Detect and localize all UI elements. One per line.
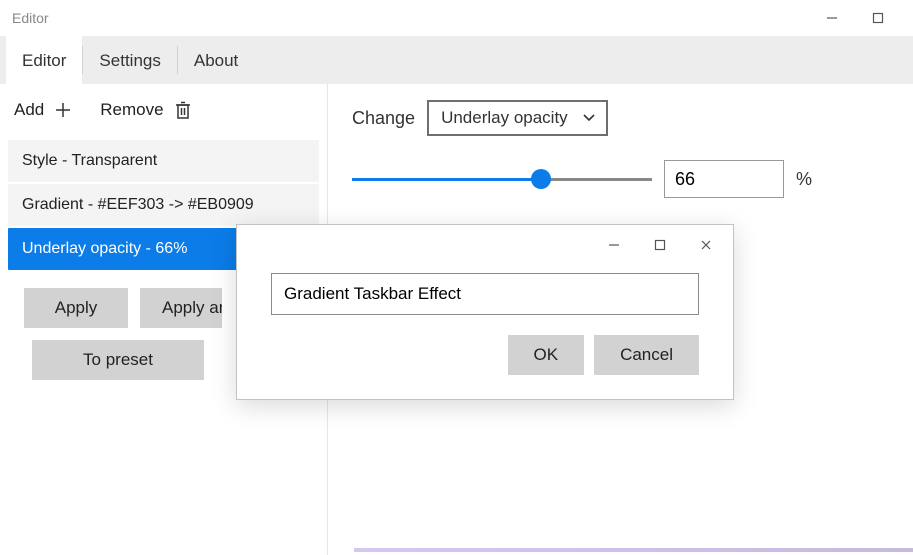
window-title: Editor: [12, 10, 49, 26]
change-row: Change Underlay opacity: [352, 100, 889, 136]
list-item[interactable]: Style - Transparent: [8, 140, 319, 182]
remove-action[interactable]: Remove: [100, 100, 191, 120]
dialog-minimize-button[interactable]: [591, 229, 637, 261]
trash-icon: [174, 100, 192, 120]
percent-label: %: [796, 169, 812, 190]
list-item-label: Gradient - #EEF303 -> #EB0909: [22, 196, 254, 213]
plus-icon: [54, 101, 72, 119]
window-titlebar: Editor: [0, 0, 913, 36]
list-item-label: Underlay opacity - 66%: [22, 240, 187, 257]
change-select[interactable]: Underlay opacity: [427, 100, 608, 136]
dialog-body: OK Cancel: [237, 265, 733, 399]
slider-row: %: [352, 160, 889, 198]
dialog-maximize-button[interactable]: [637, 229, 683, 261]
to-preset-button[interactable]: To preset: [32, 340, 204, 380]
opacity-slider[interactable]: [352, 169, 652, 189]
chevron-down-icon: [582, 108, 596, 128]
window-minimize-button[interactable]: [809, 0, 855, 36]
cancel-button[interactable]: Cancel: [594, 335, 699, 375]
dialog-titlebar: [237, 225, 733, 265]
remove-label: Remove: [100, 100, 163, 120]
tab-label: Settings: [99, 51, 160, 71]
tab-label: About: [194, 51, 238, 71]
preset-name-dialog: OK Cancel: [236, 224, 734, 400]
window-maximize-button[interactable]: [855, 0, 901, 36]
preset-name-input[interactable]: [271, 273, 699, 315]
minimize-icon: [826, 12, 838, 24]
tab-settings[interactable]: Settings: [83, 36, 176, 84]
maximize-icon: [872, 12, 884, 24]
close-icon: [700, 239, 712, 251]
add-action[interactable]: Add: [14, 100, 72, 120]
minimize-icon: [608, 239, 620, 251]
list-item[interactable]: Gradient - #EEF303 -> #EB0909: [8, 184, 319, 226]
sidebar-actions: Add Remove: [0, 92, 327, 134]
tab-about[interactable]: About: [178, 36, 254, 84]
ok-button[interactable]: OK: [508, 335, 585, 375]
slider-track-empty: [541, 178, 652, 181]
maximize-icon: [654, 239, 666, 251]
change-select-value: Underlay opacity: [441, 108, 568, 127]
dialog-button-row: OK Cancel: [271, 335, 699, 375]
tabstrip: Editor Settings About: [0, 36, 913, 84]
slider-thumb[interactable]: [531, 169, 551, 189]
apply-button[interactable]: Apply: [24, 288, 128, 328]
bottom-accent-bar: [354, 548, 913, 552]
tab-label: Editor: [22, 51, 66, 71]
tab-editor[interactable]: Editor: [6, 36, 82, 84]
slider-track-filled: [352, 178, 541, 181]
change-label: Change: [352, 108, 415, 129]
opacity-value-input[interactable]: [664, 160, 784, 198]
dialog-close-button[interactable]: [683, 229, 729, 261]
add-label: Add: [14, 100, 44, 120]
apply-and-save-button[interactable]: Apply and: [140, 288, 222, 328]
list-item-label: Style - Transparent: [22, 152, 157, 169]
